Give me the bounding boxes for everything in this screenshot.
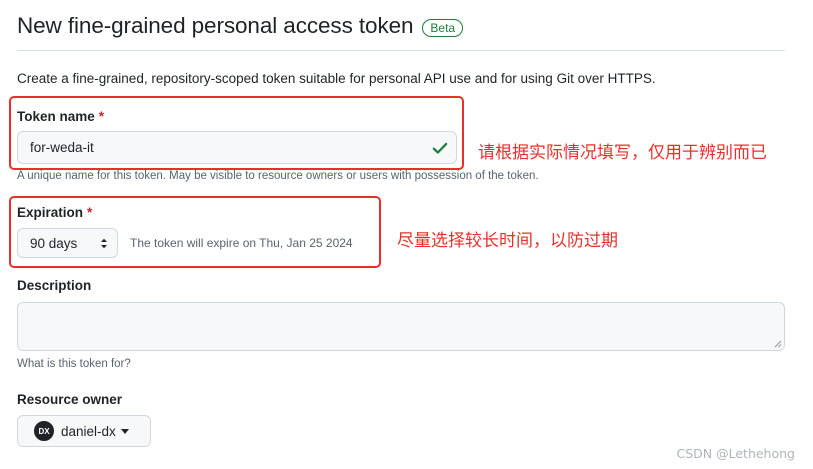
header-divider: [17, 50, 785, 51]
page-header: New fine-grained personal access token B…: [17, 8, 464, 44]
annotation-box-expiration: [9, 196, 381, 268]
resize-handle-icon[interactable]: [774, 340, 782, 348]
annotation-box-token-name: [9, 96, 464, 170]
resource-owner-name: daniel-dx: [61, 423, 116, 439]
beta-badge: Beta: [422, 18, 464, 37]
annotation-expiration: 尽量选择较长时间，以防过期: [397, 231, 618, 251]
token-name-hint: A unique name for this token. May be vis…: [17, 170, 539, 182]
annotation-token-name: 请根据实际情况填写，仅用于辨别而已: [478, 143, 767, 163]
watermark: CSDN @Lethehong: [676, 446, 796, 461]
description-label: Description: [17, 278, 92, 293]
caret-down-icon: [120, 428, 129, 434]
description-textarea[interactable]: [17, 302, 785, 351]
page-title: New fine-grained personal access token: [17, 13, 414, 38]
resource-owner-label: Resource owner: [17, 392, 123, 407]
avatar: DX: [34, 421, 54, 441]
intro-text: Create a fine-grained, repository-scoped…: [17, 71, 656, 86]
resource-owner-button[interactable]: DX daniel-dx: [17, 415, 151, 447]
description-hint: What is this token for?: [17, 358, 131, 370]
